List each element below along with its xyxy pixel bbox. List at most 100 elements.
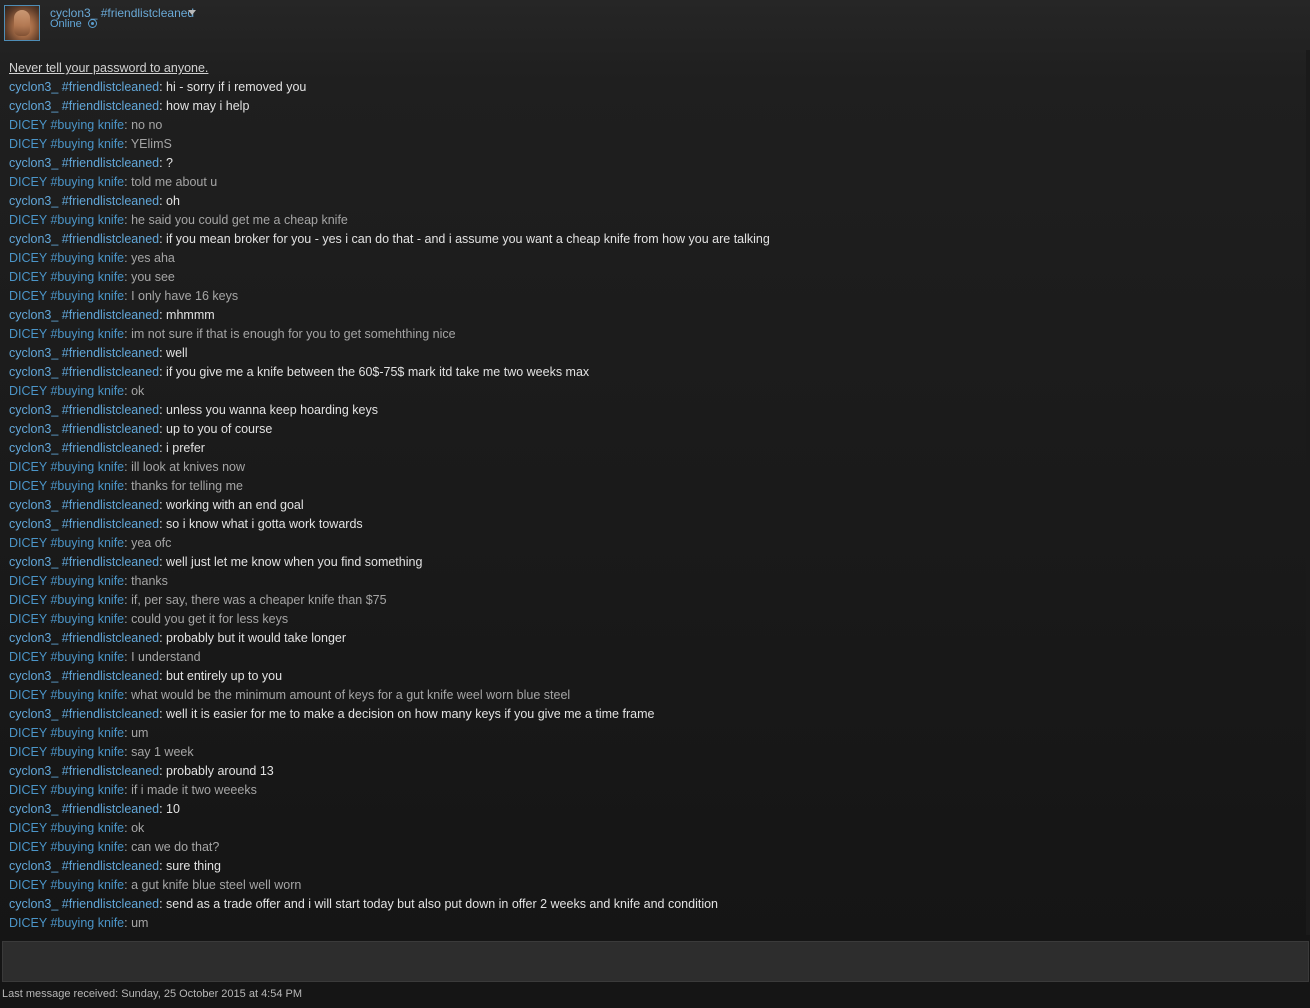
message-text: : told me about u — [124, 175, 218, 189]
message-sender[interactable]: cyclon3_ #friendlistcleaned — [9, 156, 159, 170]
message-sender[interactable]: DICEY #buying knife — [9, 460, 124, 474]
chat-message: DICEY #buying knife: im not sure if that… — [9, 325, 1304, 344]
message-sender[interactable]: DICEY #buying knife — [9, 118, 124, 132]
message-text: : you see — [124, 270, 175, 284]
message-sender[interactable]: cyclon3_ #friendlistcleaned — [9, 631, 159, 645]
chat-message: cyclon3_ #friendlistcleaned: i prefer — [9, 439, 1304, 458]
message-sender[interactable]: cyclon3_ #friendlistcleaned — [9, 346, 159, 360]
message-sender[interactable]: DICEY #buying knife — [9, 840, 124, 854]
message-text: : could you get it for less keys — [124, 612, 289, 626]
message-sender[interactable]: cyclon3_ #friendlistcleaned — [9, 194, 159, 208]
message-sender[interactable]: cyclon3_ #friendlistcleaned — [9, 403, 159, 417]
chat-message: cyclon3_ #friendlistcleaned: up to you o… — [9, 420, 1304, 439]
message-sender[interactable]: DICEY #buying knife — [9, 175, 124, 189]
message-text: : up to you of course — [159, 422, 273, 436]
message-sender[interactable]: cyclon3_ #friendlistcleaned — [9, 859, 159, 873]
chat-message: DICEY #buying knife: thanks for telling … — [9, 477, 1304, 496]
message-sender[interactable]: DICEY #buying knife — [9, 593, 124, 607]
message-sender[interactable]: cyclon3_ #friendlistcleaned — [9, 308, 159, 322]
chat-header: cyclon3_ #friendlistcleaned Online — [0, 0, 1310, 50]
message-sender[interactable]: DICEY #buying knife — [9, 821, 124, 835]
message-sender[interactable]: DICEY #buying knife — [9, 270, 124, 284]
chat-message: cyclon3_ #friendlistcleaned: but entirel… — [9, 667, 1304, 686]
message-sender[interactable]: DICEY #buying knife — [9, 536, 124, 550]
message-text: : working with an end goal — [159, 498, 304, 512]
password-warning: Never tell your password to anyone. — [9, 61, 209, 75]
chat-message: DICEY #buying knife: no no — [9, 116, 1304, 135]
last-message-status: Last message received: Sunday, 25 Octobe… — [2, 988, 303, 1000]
chat-history[interactable]: Never tell your password to anyone. cycl… — [9, 59, 1304, 935]
chat-message: DICEY #buying knife: say 1 week — [9, 743, 1304, 762]
message-text: : um — [124, 726, 149, 740]
chat-message: DICEY #buying knife: he said you could g… — [9, 211, 1304, 230]
message-sender[interactable]: cyclon3_ #friendlistcleaned — [9, 498, 159, 512]
chat-message: cyclon3_ #friendlistcleaned: mhmmm — [9, 306, 1304, 325]
message-text: : mhmmm — [159, 308, 215, 322]
chat-message: DICEY #buying knife: yes aha — [9, 249, 1304, 268]
chat-message: cyclon3_ #friendlistcleaned: well it is … — [9, 705, 1304, 724]
message-sender[interactable]: cyclon3_ #friendlistcleaned — [9, 517, 159, 531]
chat-window: cyclon3_ #friendlistcleaned Online Never… — [0, 0, 1310, 1008]
message-sender[interactable]: DICEY #buying knife — [9, 327, 124, 341]
message-sender[interactable]: DICEY #buying knife — [9, 878, 124, 892]
caret-down-icon[interactable] — [188, 10, 196, 15]
message-sender[interactable]: cyclon3_ #friendlistcleaned — [9, 422, 159, 436]
chat-message: cyclon3_ #friendlistcleaned: oh — [9, 192, 1304, 211]
chat-message: DICEY #buying knife: told me about u — [9, 173, 1304, 192]
message-sender[interactable]: DICEY #buying knife — [9, 916, 124, 930]
message-sender[interactable]: cyclon3_ #friendlistcleaned — [9, 897, 159, 911]
message-text: : unless you wanna keep hoarding keys — [159, 403, 378, 417]
message-text: : hi - sorry if i removed you — [159, 80, 307, 94]
message-sender[interactable]: cyclon3_ #friendlistcleaned — [9, 707, 159, 721]
chat-message: cyclon3_ #friendlistcleaned: how may i h… — [9, 97, 1304, 116]
message-sender[interactable]: cyclon3_ #friendlistcleaned — [9, 365, 159, 379]
message-sender[interactable]: DICEY #buying knife — [9, 726, 124, 740]
chat-message: DICEY #buying knife: yea ofc — [9, 534, 1304, 553]
message-sender[interactable]: DICEY #buying knife — [9, 688, 124, 702]
message-sender[interactable]: cyclon3_ #friendlistcleaned — [9, 555, 159, 569]
message-text: : say 1 week — [124, 745, 194, 759]
chat-message: DICEY #buying knife: if i made it two we… — [9, 781, 1304, 800]
message-text: : a gut knife blue steel well worn — [124, 878, 302, 892]
message-sender[interactable]: cyclon3_ #friendlistcleaned — [9, 764, 159, 778]
message-sender[interactable]: DICEY #buying knife — [9, 650, 124, 664]
message-sender[interactable]: cyclon3_ #friendlistcleaned — [9, 441, 159, 455]
message-sender[interactable]: DICEY #buying knife — [9, 213, 124, 227]
online-status-icon — [88, 19, 97, 28]
message-text: : if you give me a knife between the 60$… — [159, 365, 590, 379]
message-sender[interactable]: cyclon3_ #friendlistcleaned — [9, 802, 159, 816]
message-sender[interactable]: DICEY #buying knife — [9, 745, 124, 759]
chat-message: cyclon3_ #friendlistcleaned: well — [9, 344, 1304, 363]
chat-message: DICEY #buying knife: if, per say, there … — [9, 591, 1304, 610]
message-text: : thanks for telling me — [124, 479, 243, 493]
message-sender[interactable]: DICEY #buying knife — [9, 612, 124, 626]
chat-message: DICEY #buying knife: a gut knife blue st… — [9, 876, 1304, 895]
message-sender[interactable]: DICEY #buying knife — [9, 479, 124, 493]
message-text: : send as a trade offer and i will start… — [159, 897, 719, 911]
message-text: : probably but it would take longer — [159, 631, 347, 645]
chat-scrollbar[interactable] — [1306, 50, 1310, 935]
user-avatar[interactable] — [4, 5, 40, 41]
message-text: : ok — [124, 384, 145, 398]
message-sender[interactable]: DICEY #buying knife — [9, 384, 124, 398]
chat-message: cyclon3_ #friendlistcleaned: probably ar… — [9, 762, 1304, 781]
message-sender[interactable]: DICEY #buying knife — [9, 574, 124, 588]
message-sender[interactable]: DICEY #buying knife — [9, 251, 124, 265]
message-sender[interactable]: cyclon3_ #friendlistcleaned — [9, 80, 159, 94]
chat-message: cyclon3_ #friendlistcleaned: working wit… — [9, 496, 1304, 515]
message-sender[interactable]: DICEY #buying knife — [9, 289, 124, 303]
chat-message: cyclon3_ #friendlistcleaned: so i know w… — [9, 515, 1304, 534]
message-sender[interactable]: cyclon3_ #friendlistcleaned — [9, 669, 159, 683]
message-text: : 10 — [159, 802, 180, 816]
message-text: : he said you could get me a cheap knife — [124, 213, 348, 227]
message-text: : if you mean broker for you - yes i can… — [159, 232, 770, 246]
chat-message: DICEY #buying knife: I only have 16 keys — [9, 287, 1304, 306]
message-sender[interactable]: DICEY #buying knife — [9, 783, 124, 797]
message-input[interactable] — [2, 941, 1309, 982]
message-text: : but entirely up to you — [159, 669, 283, 683]
message-sender[interactable]: cyclon3_ #friendlistcleaned — [9, 99, 159, 113]
message-sender[interactable]: DICEY #buying knife — [9, 137, 124, 151]
chat-message: DICEY #buying knife: can we do that? — [9, 838, 1304, 857]
message-sender[interactable]: cyclon3_ #friendlistcleaned — [9, 232, 159, 246]
chat-message: DICEY #buying knife: could you get it fo… — [9, 610, 1304, 629]
